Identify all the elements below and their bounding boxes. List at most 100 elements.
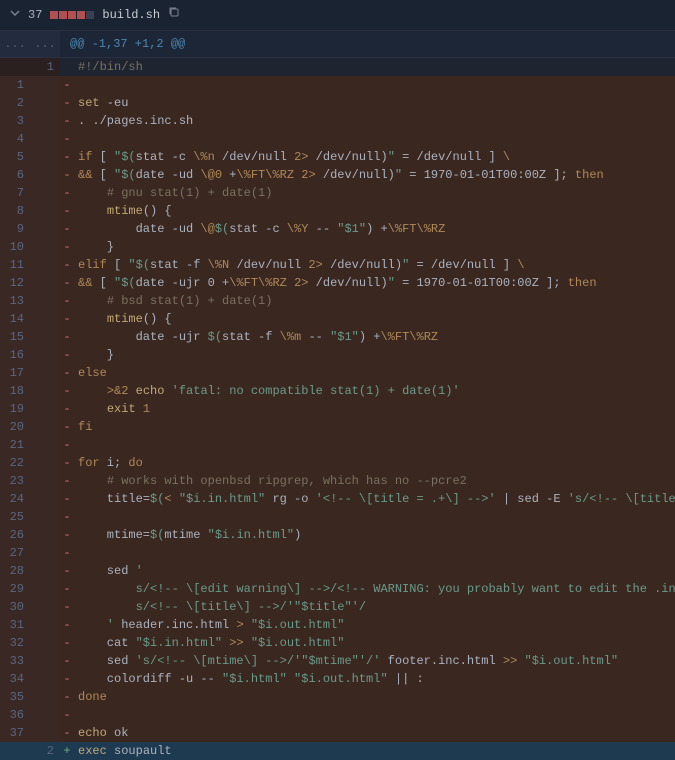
old-line-number[interactable]: 2 <box>0 94 30 112</box>
old-line-number[interactable]: 8 <box>0 202 30 220</box>
old-line-number[interactable]: 27 <box>0 544 30 562</box>
copy-icon[interactable] <box>168 6 180 24</box>
new-line-number[interactable] <box>30 670 60 688</box>
old-line-number[interactable]: 25 <box>0 508 30 526</box>
old-line-number[interactable]: 24 <box>0 490 30 508</box>
old-line-number[interactable]: 12 <box>0 274 30 292</box>
old-line-number[interactable]: 19 <box>0 400 30 418</box>
new-line-number[interactable] <box>30 634 60 652</box>
new-line-number[interactable] <box>30 490 60 508</box>
old-line-number[interactable]: 11 <box>0 256 30 274</box>
code-content: && [ "$(date -ud \@0 +\%FT\%RZ 2> /dev/n… <box>74 166 675 184</box>
old-line-number[interactable]: 14 <box>0 310 30 328</box>
diff-line: 9- date -ud \@$(stat -c \%Y -- "$1") +\%… <box>0 220 675 238</box>
old-line-number[interactable]: 23 <box>0 472 30 490</box>
new-line-number[interactable] <box>30 706 60 724</box>
new-line-number[interactable] <box>30 238 60 256</box>
new-line-number[interactable] <box>30 598 60 616</box>
new-line-number[interactable] <box>30 454 60 472</box>
diff-marker: - <box>60 94 74 112</box>
old-line-number[interactable]: 6 <box>0 166 30 184</box>
old-line-number[interactable]: 17 <box>0 364 30 382</box>
old-line-number[interactable]: 32 <box>0 634 30 652</box>
old-line-number[interactable]: 3 <box>0 112 30 130</box>
old-line-number[interactable]: 31 <box>0 616 30 634</box>
new-line-number[interactable] <box>30 400 60 418</box>
new-line-number[interactable] <box>30 526 60 544</box>
old-line-number[interactable]: 35 <box>0 688 30 706</box>
old-line-number[interactable]: 9 <box>0 220 30 238</box>
new-line-number[interactable]: 2 <box>30 742 60 760</box>
code-content <box>74 436 675 454</box>
new-line-number[interactable] <box>30 346 60 364</box>
new-line-number[interactable] <box>30 166 60 184</box>
old-line-number[interactable]: 21 <box>0 436 30 454</box>
code-content: mtime=$(mtime "$i.in.html") <box>74 526 675 544</box>
diff-marker: - <box>60 454 74 472</box>
diff-line: 12-&& [ "$(date -ujr 0 +\%FT\%RZ 2> /dev… <box>0 274 675 292</box>
old-line-number[interactable]: 30 <box>0 598 30 616</box>
new-line-number[interactable] <box>30 310 60 328</box>
code-content: if [ "$(stat -c \%n /dev/null 2> /dev/nu… <box>74 148 675 166</box>
old-line-number[interactable]: 16 <box>0 346 30 364</box>
code-content: date -ujr $(stat -f \%m -- "$1") +\%FT\%… <box>74 328 675 346</box>
new-line-number[interactable] <box>30 274 60 292</box>
new-line-number[interactable] <box>30 436 60 454</box>
new-line-number[interactable] <box>30 256 60 274</box>
new-line-number[interactable] <box>30 688 60 706</box>
new-line-number[interactable] <box>30 580 60 598</box>
new-line-number[interactable] <box>30 616 60 634</box>
old-line-number[interactable]: 26 <box>0 526 30 544</box>
old-line-number[interactable]: 15 <box>0 328 30 346</box>
new-line-number[interactable] <box>30 418 60 436</box>
new-line-number[interactable] <box>30 148 60 166</box>
code-content: fi <box>74 418 675 436</box>
new-line-number[interactable] <box>30 364 60 382</box>
new-line-number[interactable] <box>30 112 60 130</box>
new-line-number[interactable] <box>30 544 60 562</box>
new-line-number[interactable] <box>30 724 60 742</box>
old-line-number[interactable] <box>0 58 30 76</box>
filename[interactable]: build.sh <box>102 6 160 24</box>
diff-marker: - <box>60 634 74 652</box>
code-content: # gnu stat(1) + date(1) <box>74 184 675 202</box>
hunk-header: ... ... @@ -1,37 +1,2 @@ <box>0 31 675 58</box>
old-line-number[interactable] <box>0 742 30 760</box>
old-line-number[interactable]: 37 <box>0 724 30 742</box>
new-line-number[interactable] <box>30 130 60 148</box>
old-line-number[interactable]: 13 <box>0 292 30 310</box>
new-line-number[interactable] <box>30 292 60 310</box>
hunk-new-col[interactable]: ... <box>30 31 60 57</box>
new-line-number[interactable] <box>30 94 60 112</box>
new-line-number[interactable] <box>30 652 60 670</box>
old-line-number[interactable]: 18 <box>0 382 30 400</box>
old-line-number[interactable]: 28 <box>0 562 30 580</box>
old-line-number[interactable]: 22 <box>0 454 30 472</box>
hunk-old-col[interactable]: ... <box>0 31 30 57</box>
old-line-number[interactable]: 33 <box>0 652 30 670</box>
old-line-number[interactable]: 1 <box>0 76 30 94</box>
old-line-number[interactable]: 10 <box>0 238 30 256</box>
diff-line: 10- } <box>0 238 675 256</box>
old-line-number[interactable]: 29 <box>0 580 30 598</box>
code-content: sed 's/<!-- \[mtime\] -->/'"$mtime"'/' f… <box>74 652 675 670</box>
old-line-number[interactable]: 36 <box>0 706 30 724</box>
new-line-number[interactable] <box>30 220 60 238</box>
chevron-down-icon[interactable] <box>10 6 20 24</box>
new-line-number[interactable] <box>30 508 60 526</box>
code-content: echo ok <box>74 724 675 742</box>
new-line-number[interactable] <box>30 76 60 94</box>
old-line-number[interactable]: 5 <box>0 148 30 166</box>
old-line-number[interactable]: 4 <box>0 130 30 148</box>
new-line-number[interactable] <box>30 472 60 490</box>
new-line-number[interactable] <box>30 382 60 400</box>
new-line-number[interactable] <box>30 328 60 346</box>
code-content: s/<!-- \[title\] -->/'"$title"'/ <box>74 598 675 616</box>
old-line-number[interactable]: 20 <box>0 418 30 436</box>
old-line-number[interactable]: 34 <box>0 670 30 688</box>
new-line-number[interactable] <box>30 562 60 580</box>
new-line-number[interactable]: 1 <box>30 58 60 76</box>
old-line-number[interactable]: 7 <box>0 184 30 202</box>
new-line-number[interactable] <box>30 184 60 202</box>
new-line-number[interactable] <box>30 202 60 220</box>
